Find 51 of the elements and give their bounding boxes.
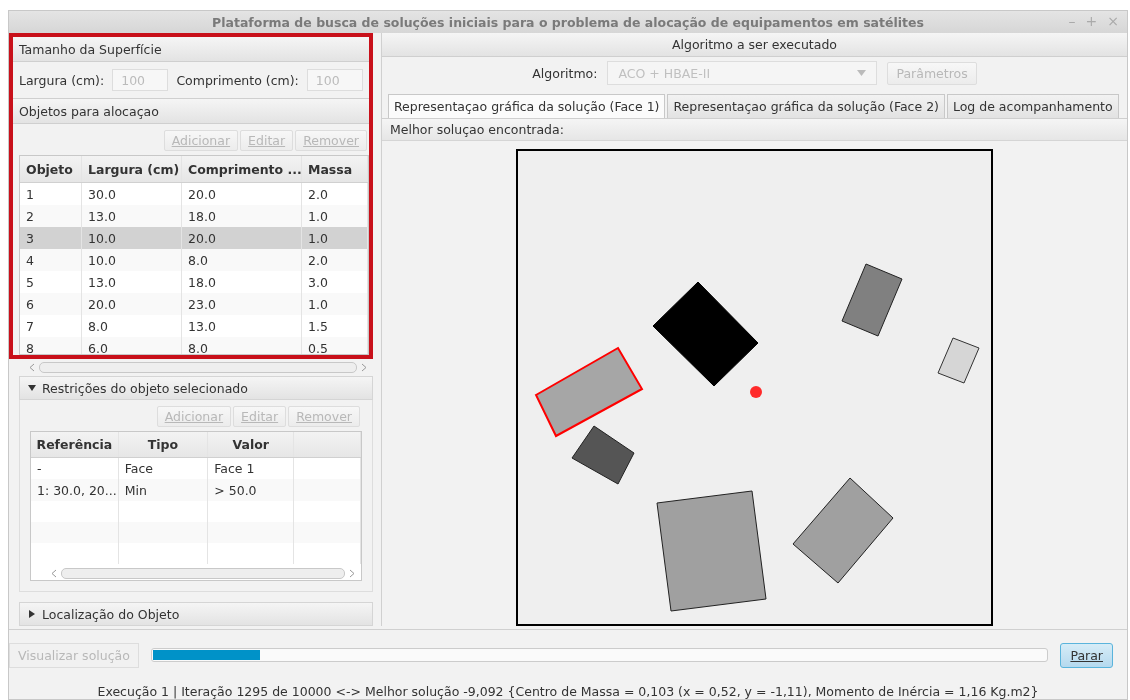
table-cell: 4 bbox=[20, 249, 82, 271]
table-row[interactable]: 4 10.0 8.0 2.0 bbox=[20, 249, 368, 271]
section-header: Objetos para alocaçao bbox=[19, 103, 159, 119]
table-cell: 8.0 bbox=[182, 337, 302, 355]
caret-icon bbox=[857, 70, 867, 77]
table-row[interactable]: 2 13.0 18.0 1.0 bbox=[20, 205, 368, 227]
table-cell: > 50.0 bbox=[208, 479, 295, 501]
scrollbar-thumb[interactable] bbox=[61, 567, 345, 579]
column-header[interactable]: Massa bbox=[302, 156, 368, 182]
table-cell: 8.0 bbox=[182, 249, 302, 271]
table-cell: 0.5 bbox=[302, 337, 368, 355]
stop-button[interactable]: Parar bbox=[1060, 642, 1113, 668]
expander-header[interactable]: Localização do Objeto bbox=[19, 602, 373, 626]
field-label: Largura (cm): bbox=[19, 72, 105, 88]
column-header[interactable]: Tipo bbox=[118, 432, 209, 458]
expander-header[interactable]: Restrições do objeto selecionado bbox=[19, 376, 373, 400]
scrollbar-thumb[interactable] bbox=[39, 362, 357, 374]
column-header[interactable]: Objeto bbox=[20, 156, 82, 182]
table-cell: 6 bbox=[20, 293, 82, 315]
table-cell: 6.0 bbox=[82, 337, 182, 355]
table-cell: 2.0 bbox=[302, 249, 368, 271]
status-text: Execução 1 | Iteração 1295 de 10000 <-> Melhor solução -9,092 {Centro de Massa = 0,103 (x = 0,52, y = -1,11), Momento de Inércia = 1,16 Kg.m2} bbox=[96, 683, 1040, 699]
tab[interactable]: Representaçao gráfica da solução (Face 1) bbox=[388, 94, 666, 119]
scroll-right-icon[interactable] bbox=[361, 363, 367, 373]
tab[interactable]: Representaçao gráfica da solução (Face 2) bbox=[667, 94, 945, 119]
table-row[interactable]: 6 20.0 23.0 1.0 bbox=[20, 293, 368, 315]
collapse-triangle-icon bbox=[28, 384, 36, 392]
section-header: Algoritmo a ser executado bbox=[672, 36, 837, 52]
scroll-left-icon[interactable] bbox=[29, 363, 35, 373]
expand-triangle-icon bbox=[28, 610, 36, 618]
solution-label: Melhor soluçao encontrada: bbox=[390, 122, 564, 138]
section-header: Tamanho da Superfície bbox=[19, 41, 162, 57]
column-header[interactable]: Largura (cm) bbox=[82, 156, 182, 182]
table-row[interactable]: 8 6.0 8.0 0.5 bbox=[20, 337, 368, 355]
tab[interactable]: Log de acompanhamento bbox=[946, 94, 1119, 119]
table-cell: 10.0 bbox=[82, 249, 182, 271]
table-cell: 23.0 bbox=[182, 293, 302, 315]
column-header[interactable]: Referência bbox=[31, 432, 119, 458]
table-cell: Min bbox=[118, 479, 209, 501]
table-cell: 8 bbox=[20, 337, 82, 355]
table-cell: 1.0 bbox=[302, 293, 368, 315]
column-header[interactable]: Comprimento ... bbox=[182, 156, 302, 182]
table-cell: 1: 30.0, 20.... bbox=[31, 479, 119, 501]
scroll-right-icon[interactable] bbox=[349, 568, 355, 578]
window-title: Plataforma de busca de soluções iniciais para o problema de alocação de equipamentos em satélites bbox=[212, 14, 924, 30]
table-row[interactable]: 3 10.0 20.0 1.0 bbox=[20, 227, 368, 249]
scroll-left-icon[interactable] bbox=[51, 568, 57, 578]
column-header[interactable]: Valor bbox=[208, 432, 295, 458]
table-cell: 20.0 bbox=[82, 293, 182, 315]
field-label: Comprimento (cm): bbox=[176, 72, 299, 88]
field-label: Algoritmo: bbox=[532, 65, 598, 81]
